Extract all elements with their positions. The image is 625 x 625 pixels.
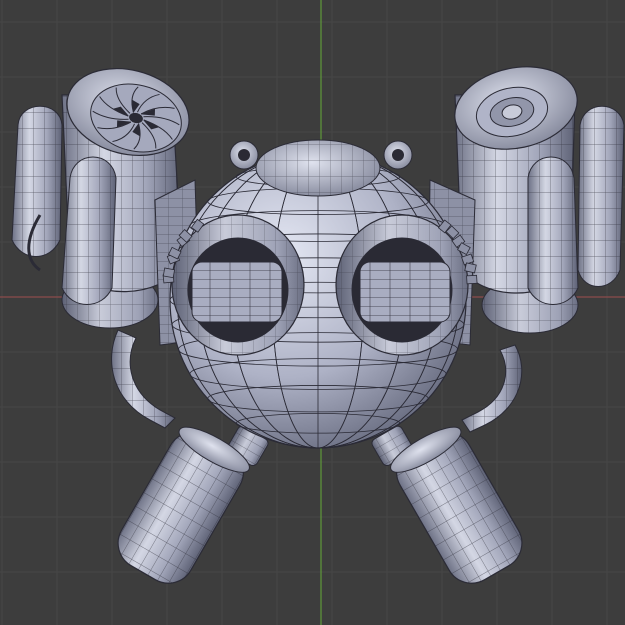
top-bolt-right — [383, 140, 413, 170]
goggle-right[interactable] — [335, 214, 469, 356]
thruster-left-inner — [61, 156, 117, 305]
jetpack-right[interactable] — [447, 56, 625, 334]
canister-right[interactable] — [370, 399, 531, 594]
viewport-canvas[interactable] — [0, 0, 625, 625]
top-bolt-left — [229, 140, 259, 170]
thruster-left-outer — [11, 105, 63, 257]
thruster-right-outer — [577, 105, 625, 287]
3d-viewport[interactable] — [0, 0, 625, 625]
thruster-right-inner — [527, 156, 579, 305]
arm-tube-right[interactable] — [461, 344, 523, 433]
